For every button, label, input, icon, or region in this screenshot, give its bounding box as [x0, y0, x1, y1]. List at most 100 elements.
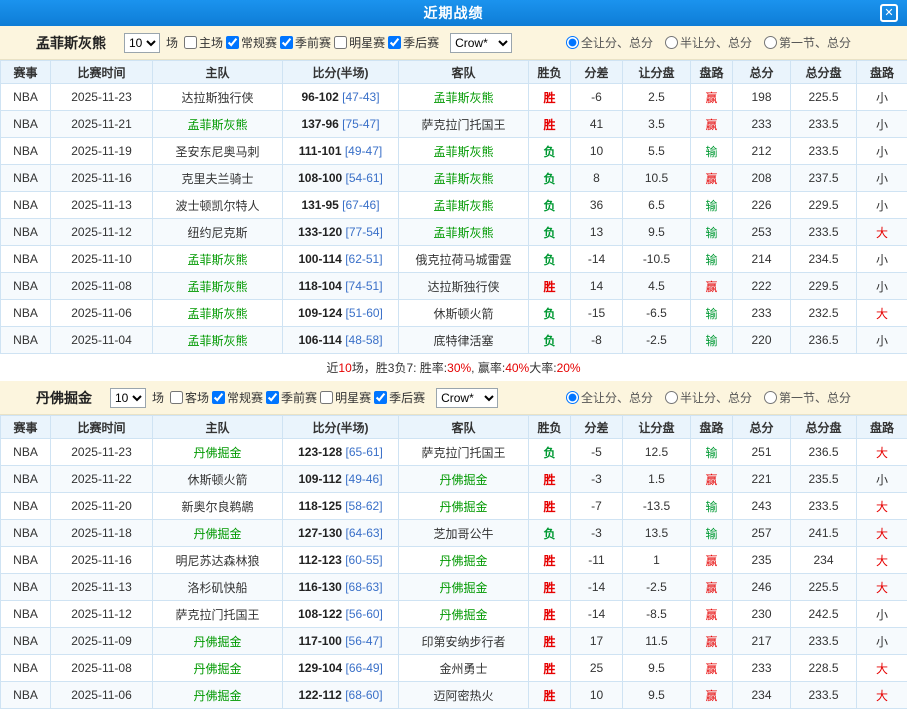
- handicap-result-cell: 赢: [691, 574, 733, 601]
- game-type-checkbox[interactable]: 季后赛: [374, 389, 425, 406]
- close-button[interactable]: ✕: [880, 4, 898, 22]
- win-loss-cell: 胜: [529, 682, 571, 709]
- bookmaker-select[interactable]: Crow*: [450, 33, 512, 53]
- total-points-cell: 208: [733, 165, 791, 192]
- halftime-score: [74-51]: [345, 279, 382, 293]
- results-table-grizzlies: 赛事比赛时间主队比分(半场)客队胜负分差让分盘盘路总分总分盘盘路 NBA2025…: [0, 60, 907, 354]
- checkbox-input[interactable]: [320, 391, 333, 404]
- checkbox-input[interactable]: [170, 391, 183, 404]
- checkbox-input[interactable]: [184, 36, 197, 49]
- handicap-result-cell: 赢: [691, 466, 733, 493]
- games-count-select[interactable]: 10: [110, 388, 146, 408]
- games-count-select[interactable]: 10: [124, 33, 160, 53]
- home-team-cell: 孟菲斯灰熊: [153, 300, 283, 327]
- checkbox-input[interactable]: [334, 36, 347, 49]
- final-score: 133-120: [298, 225, 342, 239]
- game-type-checkbox[interactable]: 明星赛: [320, 389, 371, 406]
- total-points-cell: 251: [733, 439, 791, 466]
- away-team-cell: 金州勇士: [399, 655, 529, 682]
- column-header: 比赛时间: [51, 416, 153, 439]
- game-type-checkbox[interactable]: 主场: [184, 34, 223, 51]
- checkbox-input[interactable]: [280, 36, 293, 49]
- checkbox-input[interactable]: [374, 391, 387, 404]
- total-line-cell: 229.5: [791, 273, 857, 300]
- handicap-result-cell: 赢: [691, 628, 733, 655]
- radio-input[interactable]: [566, 391, 579, 404]
- odds-view-radio[interactable]: 第一节、总分: [764, 389, 851, 406]
- date-cell: 2025-11-06: [51, 682, 153, 709]
- game-row: NBA2025-11-16明尼苏达森林狼112-123 [60-55]丹佛掘金胜…: [1, 547, 907, 574]
- game-type-checkbox[interactable]: 季前赛: [266, 389, 317, 406]
- column-header: 盘路: [691, 61, 733, 84]
- home-team-cell: 萨克拉门托国王: [153, 601, 283, 628]
- league-cell: NBA: [1, 300, 51, 327]
- summary-segment: 场，胜3负7: 胜率:: [352, 359, 447, 376]
- date-cell: 2025-11-22: [51, 466, 153, 493]
- handicap-line-cell: 9.5: [623, 682, 691, 709]
- radio-input[interactable]: [764, 36, 777, 49]
- column-header: 比赛时间: [51, 61, 153, 84]
- halftime-score: [64-63]: [346, 526, 383, 540]
- league-cell: NBA: [1, 682, 51, 709]
- game-type-checkbox[interactable]: 季前赛: [280, 34, 331, 51]
- home-team-cell: 孟菲斯灰熊: [153, 246, 283, 273]
- date-cell: 2025-11-09: [51, 628, 153, 655]
- win-loss-cell: 胜: [529, 601, 571, 628]
- league-cell: NBA: [1, 601, 51, 628]
- checkbox-input[interactable]: [266, 391, 279, 404]
- away-team-cell: 俄克拉荷马城雷霆: [399, 246, 529, 273]
- handicap-result-cell: 输: [691, 138, 733, 165]
- game-row: NBA2025-11-21孟菲斯灰熊137-96 [75-47]萨克拉门托国王胜…: [1, 111, 907, 138]
- odds-view-radio[interactable]: 全让分、总分: [566, 389, 653, 406]
- radio-input[interactable]: [665, 36, 678, 49]
- halftime-score: [48-58]: [345, 333, 382, 347]
- handicap-result-cell: 输: [691, 439, 733, 466]
- total-line-cell: 233.5: [791, 682, 857, 709]
- home-team-cell: 孟菲斯灰熊: [153, 111, 283, 138]
- handicap-line-cell: 9.5: [623, 655, 691, 682]
- column-header: 客队: [399, 61, 529, 84]
- home-team-cell: 丹佛掘金: [153, 628, 283, 655]
- summary-segment: 大率:: [529, 359, 556, 376]
- over-under-cell: 小: [857, 165, 907, 192]
- team-filter-bar-grizzlies: 孟菲斯灰熊 10 场 主场常规赛季前赛明星赛季后赛 Crow* 全让分、总分半让…: [0, 26, 907, 60]
- checkbox-input[interactable]: [212, 391, 225, 404]
- odds-view-radio[interactable]: 半让分、总分: [665, 34, 752, 51]
- handicap-result-cell: 输: [691, 192, 733, 219]
- bookmaker-select[interactable]: Crow*: [436, 388, 498, 408]
- point-diff-cell: -7: [571, 493, 623, 520]
- away-team-cell: 芝加哥公牛: [399, 520, 529, 547]
- column-header: 盘路: [857, 61, 907, 84]
- odds-view-options: 全让分、总分半让分、总分第一节、总分: [566, 389, 897, 406]
- handicap-result-cell: 赢: [691, 84, 733, 111]
- total-line-cell: 233.5: [791, 628, 857, 655]
- game-type-checkbox[interactable]: 季后赛: [388, 34, 439, 51]
- total-line-cell: 228.5: [791, 655, 857, 682]
- total-line-cell: 236.5: [791, 327, 857, 354]
- final-score: 96-102: [301, 90, 338, 104]
- game-type-checkbox[interactable]: 客场: [170, 389, 209, 406]
- odds-view-radio[interactable]: 半让分、总分: [665, 389, 752, 406]
- final-score: 108-122: [298, 607, 342, 621]
- halftime-score: [68-63]: [345, 580, 382, 594]
- total-line-cell: 225.5: [791, 574, 857, 601]
- radio-input[interactable]: [665, 391, 678, 404]
- final-score: 122-112: [298, 688, 341, 702]
- checkbox-input[interactable]: [388, 36, 401, 49]
- odds-view-radio[interactable]: 全让分、总分: [566, 34, 653, 51]
- table-header-row: 赛事比赛时间主队比分(半场)客队胜负分差让分盘盘路总分总分盘盘路: [1, 61, 907, 84]
- radio-input[interactable]: [566, 36, 579, 49]
- win-loss-cell: 胜: [529, 466, 571, 493]
- column-header: 让分盘: [623, 61, 691, 84]
- total-line-cell: 235.5: [791, 466, 857, 493]
- odds-view-radio[interactable]: 第一节、总分: [764, 34, 851, 51]
- handicap-line-cell: -2.5: [623, 327, 691, 354]
- checkbox-input[interactable]: [226, 36, 239, 49]
- point-diff-cell: -3: [571, 466, 623, 493]
- point-diff-cell: -14: [571, 574, 623, 601]
- game-type-checkbox[interactable]: 常规赛: [212, 389, 263, 406]
- game-type-checkbox[interactable]: 明星赛: [334, 34, 385, 51]
- radio-input[interactable]: [764, 391, 777, 404]
- game-type-checkbox[interactable]: 常规赛: [226, 34, 277, 51]
- game-type-filters: 主场常规赛季前赛明星赛季后赛: [184, 34, 442, 52]
